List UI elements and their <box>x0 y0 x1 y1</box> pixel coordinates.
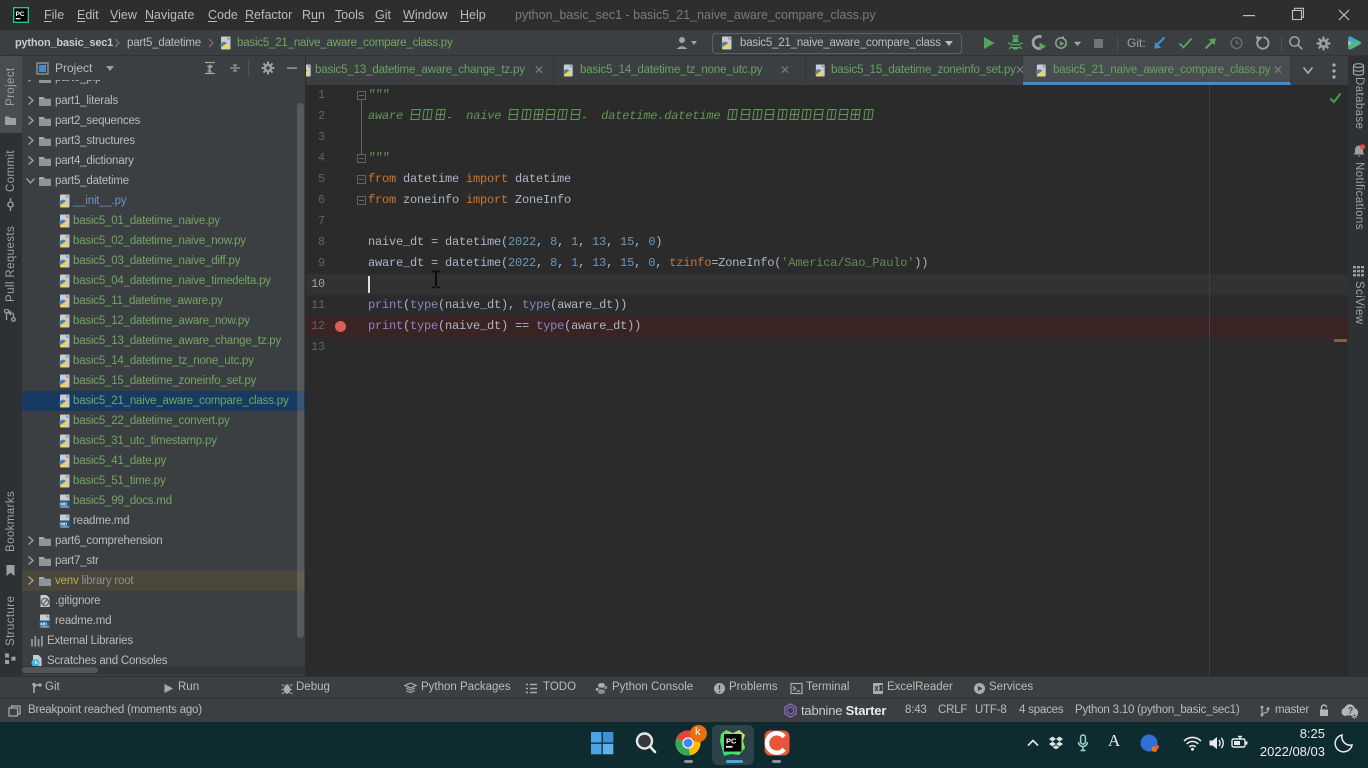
svg-text:PC: PC <box>726 737 737 746</box>
svg-text:PC: PC <box>16 11 25 18</box>
